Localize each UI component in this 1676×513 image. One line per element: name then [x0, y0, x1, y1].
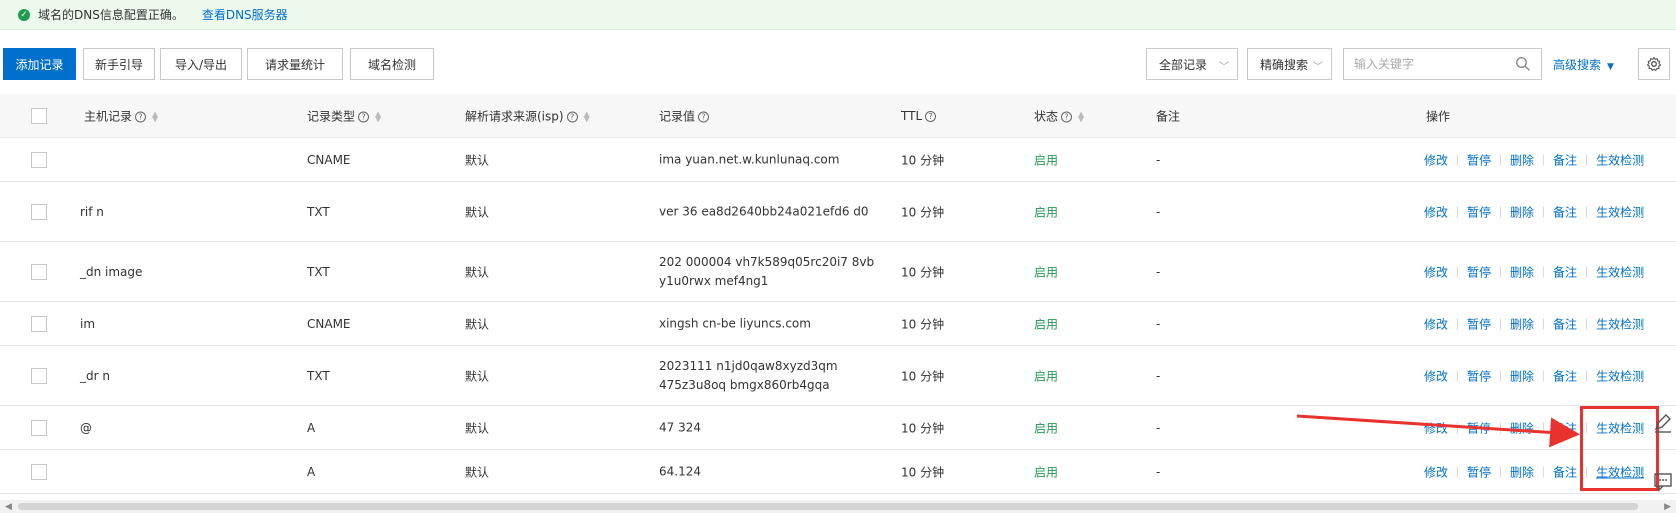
- horizontal-scrollbar[interactable]: ◀ ▶: [0, 500, 1676, 513]
- highlight-box-annotation: [1580, 406, 1659, 491]
- chat-icon[interactable]: [1652, 470, 1674, 492]
- scroll-right-icon[interactable]: ▶: [1664, 502, 1671, 512]
- edit-feedback-icon[interactable]: [1652, 412, 1674, 434]
- scroll-left-icon[interactable]: ◀: [5, 502, 12, 512]
- red-arrow-annotation: [1296, 414, 1580, 448]
- scrollbar-thumb[interactable]: [18, 503, 1638, 510]
